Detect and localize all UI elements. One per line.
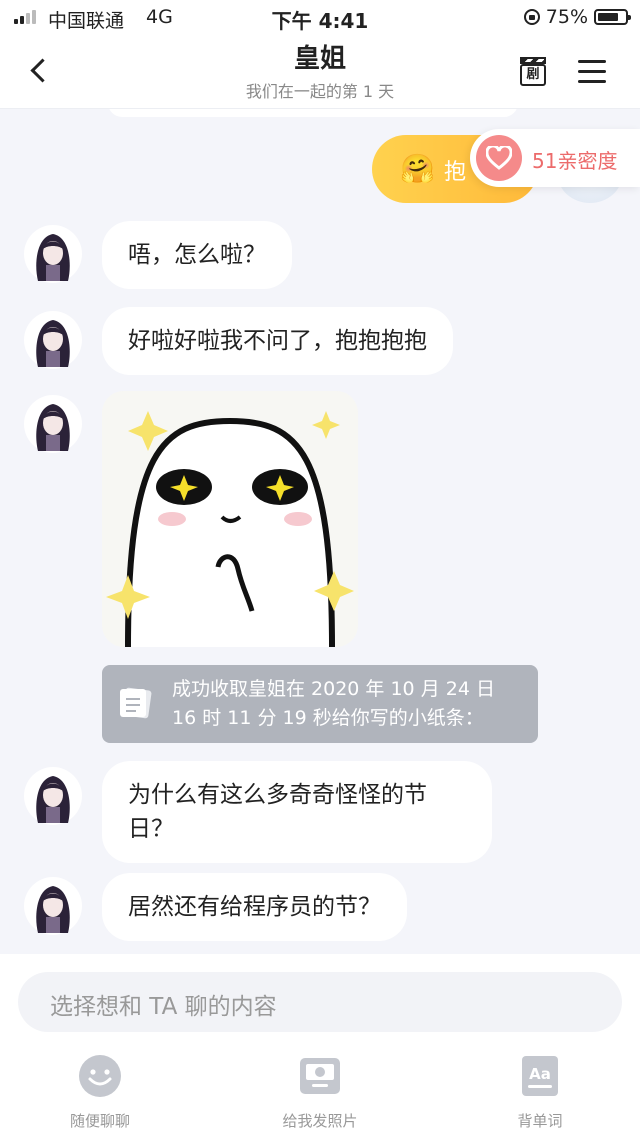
heart-icon	[476, 135, 522, 181]
message-bubble[interactable]: 好啦好啦我不问了，抱抱抱抱	[102, 307, 453, 375]
contact-avatar[interactable]	[24, 311, 82, 369]
sticker-image[interactable]	[102, 391, 358, 647]
status-bar: 中国联通 4G 下午 4:41 75%	[0, 0, 640, 34]
random-chat-button[interactable]: 随便聊聊	[30, 1054, 170, 1131]
battery-icon	[594, 9, 631, 25]
rotation-lock-icon	[523, 9, 540, 25]
contact-avatar[interactable]	[24, 877, 82, 935]
note-text: 成功收取皇姐在 2020 年 10 月 24 日 16 时 11 分 19 秒给…	[172, 678, 495, 729]
intimacy-badge[interactable]: 51亲密度	[470, 129, 640, 187]
intimacy-value: 51亲密度	[532, 149, 618, 173]
message-bubble[interactable]: 为什么有这么多奇奇怪怪的节 日？	[102, 761, 492, 863]
note-paper-icon	[120, 687, 152, 719]
hug-emoji-icon: 🤗	[400, 152, 435, 185]
hug-label: 抱	[444, 160, 467, 185]
message-bubble[interactable]: 唔，怎么啦？	[102, 221, 292, 289]
drama-button[interactable]: 剧	[518, 56, 550, 88]
compose-area: 选择想和 TA 聊的内容 随便聊聊 给我发照片 Aa 背单词	[0, 954, 640, 1139]
input-placeholder: 选择想和 TA 聊的内容	[50, 994, 277, 1020]
vocabulary-button[interactable]: Aa 背单词	[470, 1054, 610, 1131]
vocabulary-book-icon: Aa	[522, 1056, 558, 1096]
chat-area[interactable]: 🤗 抱 51亲密度 唔，怎么啦？ 好啦好啦我不问了，抱抱抱抱 成功收取皇姐在 2…	[0, 109, 640, 954]
note-card[interactable]: 成功收取皇姐在 2020 年 10 月 24 日 16 时 11 分 19 秒给…	[102, 665, 538, 743]
message-input[interactable]: 选择想和 TA 聊的内容	[18, 972, 622, 1032]
clapperboard-icon	[520, 57, 546, 64]
chat-header: 皇姐 我们在一起的第 1 天 剧	[0, 34, 640, 109]
contact-avatar[interactable]	[24, 767, 82, 825]
contact-avatar[interactable]	[24, 395, 82, 453]
camera-icon	[300, 1058, 340, 1094]
contact-avatar[interactable]	[24, 225, 82, 283]
battery-percent: 75%	[545, 6, 588, 28]
menu-button[interactable]	[578, 60, 606, 84]
previous-message-bubble	[108, 109, 518, 117]
message-bubble[interactable]: 居然还有给程序员的节？	[102, 873, 407, 941]
smiley-icon	[79, 1055, 121, 1097]
svg-text:Aa: Aa	[529, 1065, 551, 1083]
send-photo-button[interactable]: 给我发照片	[250, 1054, 390, 1131]
